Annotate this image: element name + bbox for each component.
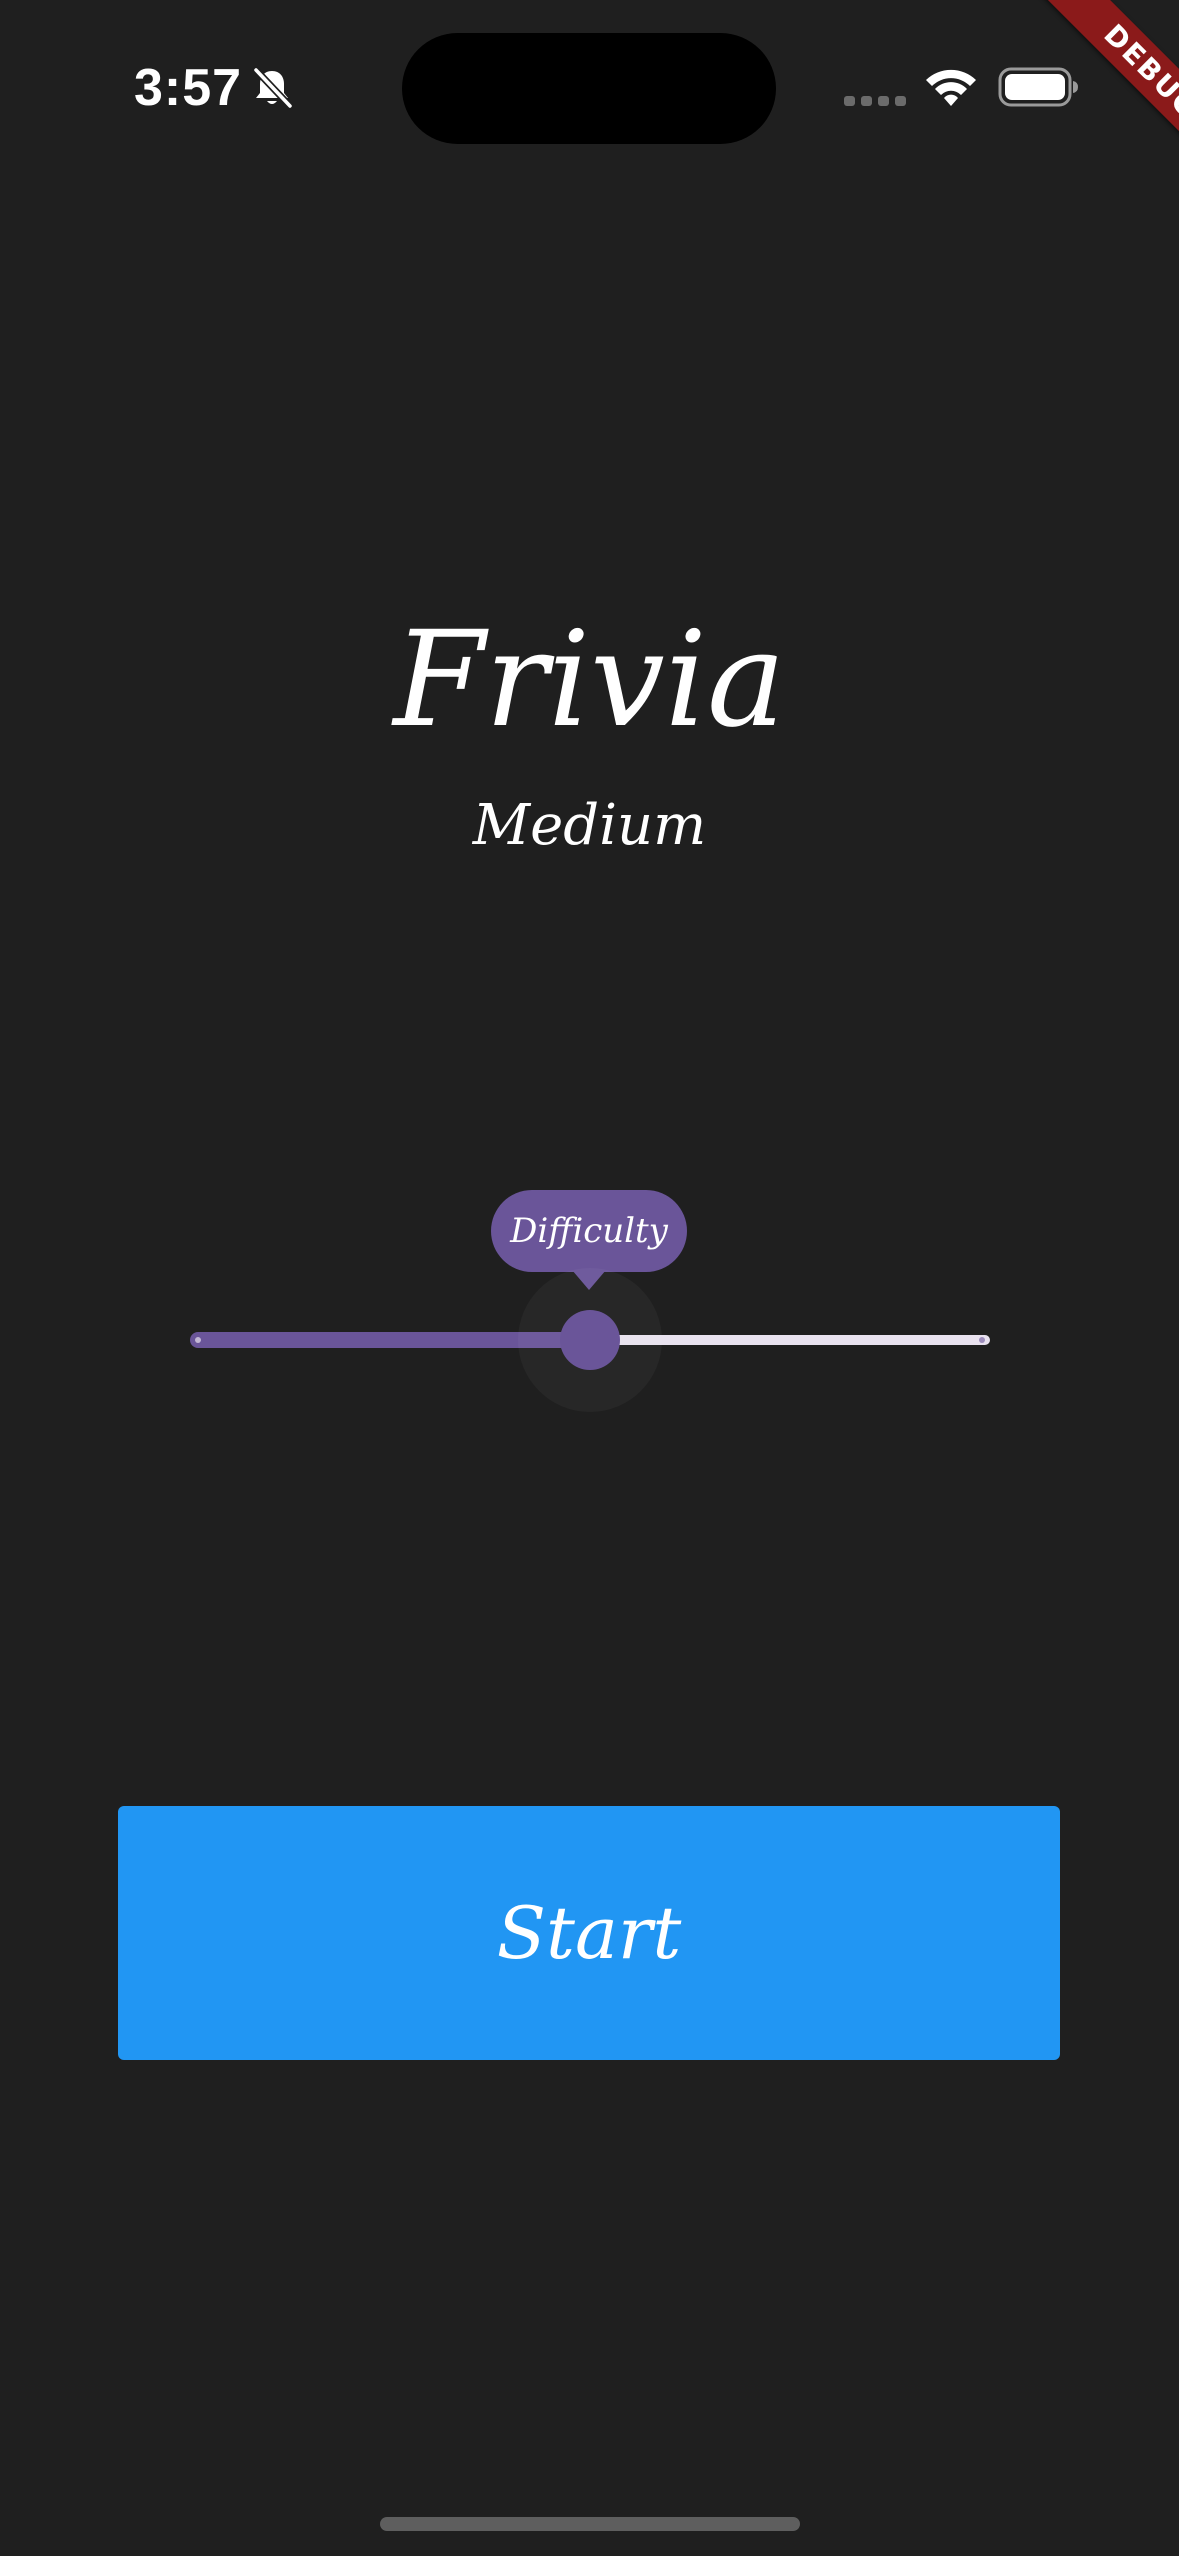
app-title: Frivia [393, 603, 786, 757]
start-button[interactable]: Start [118, 1806, 1060, 2060]
cellular-signal-icon [844, 96, 906, 106]
debug-banner-corner: DEBUG [989, 0, 1179, 190]
slider-value-tooltip: Difficulty [491, 1190, 687, 1272]
wifi-icon [926, 69, 976, 106]
slider-division-tick [979, 1337, 985, 1343]
status-time: 3:57 [134, 59, 243, 117]
slider-division-tick [195, 1337, 201, 1343]
debug-banner: DEBUG [1029, 0, 1179, 190]
difficulty-slider-thumb[interactable] [560, 1310, 620, 1370]
bell-off-icon [252, 66, 294, 110]
difficulty-level-label: Medium [472, 793, 707, 858]
home-indicator[interactable] [380, 2517, 800, 2531]
dynamic-island [402, 33, 776, 144]
